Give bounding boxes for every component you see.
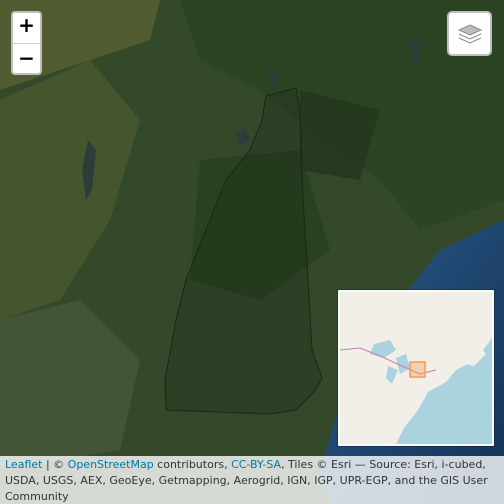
attribution-separator: | © [42, 458, 68, 471]
layers-icon [457, 23, 482, 44]
viewport-rectangle [409, 361, 426, 378]
leaflet-link[interactable]: Leaflet [5, 458, 42, 471]
osm-link[interactable]: OpenStreetMap [68, 458, 154, 471]
attribution-contributors: contributors, [153, 458, 232, 471]
inset-overview-map[interactable] [338, 290, 494, 446]
map-container[interactable]: + − Leaflet | © OpenStreetMap contributo… [0, 0, 504, 504]
attribution-bar: Leaflet | © OpenStreetMap contributors, … [0, 456, 504, 504]
zoom-out-button[interactable]: − [13, 43, 40, 73]
license-link[interactable]: CC-BY-SA [231, 458, 281, 471]
layers-button[interactable] [447, 11, 492, 56]
zoom-control: + − [11, 11, 42, 75]
minimap-graphic [340, 292, 492, 444]
zoom-in-button[interactable]: + [13, 13, 40, 43]
